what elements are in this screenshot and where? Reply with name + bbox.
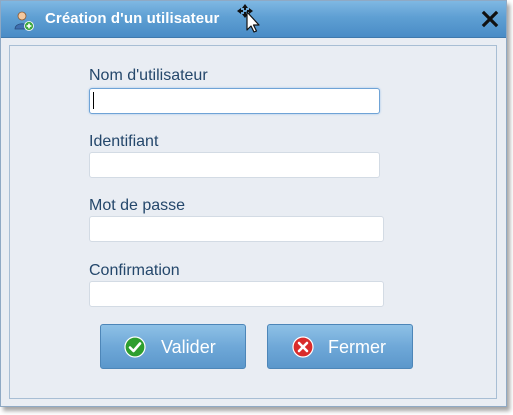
identifier-label: Identifiant [89,133,159,150]
text-caret [93,92,94,109]
close-button-label: Fermer [328,337,386,357]
close-icon[interactable] [480,9,500,29]
username-label: Nom d'utilisateur [89,67,208,84]
user-add-icon [14,11,34,31]
dialog-window: Création d'un utilisateur Nom d'utilisat… [0,0,507,407]
x-circle-icon [292,336,314,358]
close-button[interactable]: Fermer [267,324,413,369]
window-title: Création d'un utilisateur [45,10,220,27]
check-circle-icon [124,336,146,358]
username-input[interactable] [89,88,380,114]
confirmation-label: Confirmation [89,262,180,279]
move-cursor-icon [237,4,260,33]
validate-button[interactable]: Valider [100,324,246,369]
confirmation-input[interactable] [89,281,384,307]
password-input[interactable] [89,216,384,242]
validate-button-label: Valider [161,337,216,357]
identifier-input[interactable] [89,152,380,178]
password-label: Mot de passe [89,197,186,214]
